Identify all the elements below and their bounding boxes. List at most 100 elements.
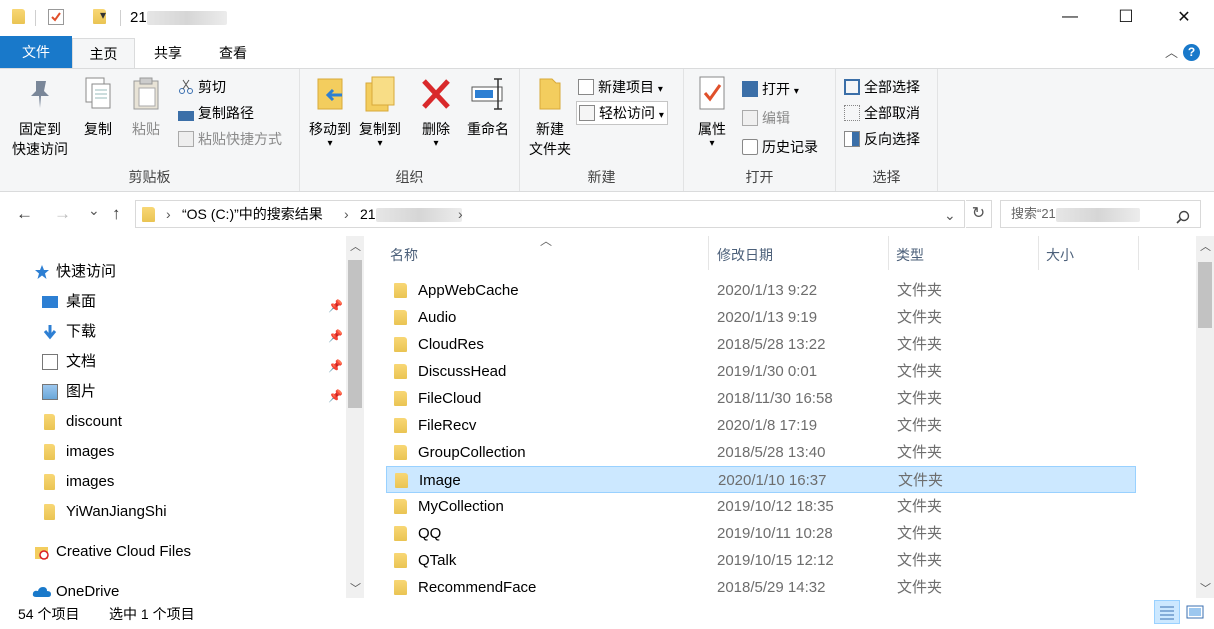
navigation-pane: 快速访问 桌面 📌 下载 📌 文档 📌 图片 📌 discount images… <box>0 236 364 600</box>
file-date: 2018/5/28 13:22 <box>717 336 826 353</box>
nav-scroll-thumb[interactable] <box>348 260 362 408</box>
star-icon <box>34 264 50 280</box>
column-header-size[interactable]: 大小 <box>1046 245 1074 265</box>
search-icon[interactable] <box>1176 207 1190 233</box>
file-type: 文件夹 <box>897 336 943 353</box>
new-group-label: 新建 <box>587 169 616 185</box>
file-row[interactable]: MyCollection 2019/10/12 18:35 文件夹 <box>386 493 1136 520</box>
file-row[interactable]: CloudRes 2018/5/28 13:22 文件夹 <box>386 331 1136 358</box>
up-button[interactable]: ↑ <box>112 204 121 224</box>
properties-dropdown: ▾ <box>709 138 715 149</box>
invert-selection-button[interactable]: 反向选择 <box>844 127 920 151</box>
breadcrumb-separator[interactable]: › <box>344 201 349 227</box>
redacted-text <box>1055 207 1140 222</box>
pin-icon: 📌 <box>328 359 343 373</box>
file-name: DiscussHead <box>418 363 507 380</box>
tab-share[interactable]: 共享 <box>143 38 193 68</box>
history-label: 历史记录 <box>762 139 818 155</box>
new-folder-button[interactable]: 新建 文件夹 <box>524 73 576 159</box>
folder-icon <box>394 337 407 352</box>
open-button[interactable]: 打开 ▾ <box>742 77 799 101</box>
forward-button[interactable]: → <box>54 204 71 224</box>
file-row[interactable]: QTalk 2019/10/15 12:12 文件夹 <box>386 547 1136 574</box>
nav-item-label: 文档 <box>66 353 97 370</box>
file-date: 2020/1/8 17:19 <box>717 417 818 434</box>
nav-scrollbar[interactable]: ︿ ﹀ <box>346 236 364 598</box>
address-bar[interactable]: › “OS (C:)”中的搜索结果 › 21 › ⌄ <box>135 200 965 228</box>
minimize-button[interactable]: — <box>1046 0 1094 34</box>
copy-to-button[interactable]: 复制到 ▾ <box>356 73 404 149</box>
recent-locations-button[interactable]: ⌄ <box>88 202 100 219</box>
column-header-name[interactable]: 名称 <box>390 245 418 265</box>
details-view-button[interactable] <box>1154 600 1180 624</box>
file-row[interactable]: GroupCollection 2018/5/28 13:40 文件夹 <box>386 439 1136 466</box>
file-date: 2019/10/11 10:28 <box>717 525 833 542</box>
file-row[interactable]: Audio 2020/1/13 9:19 文件夹 <box>386 304 1136 331</box>
scroll-down-icon[interactable]: ﹀ <box>1200 580 1211 596</box>
breadcrumb-search-results[interactable]: “OS (C:)”中的搜索结果 <box>182 201 323 227</box>
new-item-button[interactable]: 新建项目 ▾ <box>578 75 663 99</box>
select-all-button[interactable]: 全部选择 <box>844 75 920 99</box>
file-type: 文件夹 <box>897 282 943 299</box>
breadcrumb-query[interactable]: 21 <box>360 201 462 227</box>
easy-access-button[interactable]: 轻松访问 ▾ <box>576 101 668 125</box>
list-scroll-thumb[interactable] <box>1198 262 1212 328</box>
rename-button[interactable]: 重命名 <box>462 73 514 139</box>
properties-quick-icon[interactable] <box>48 9 64 25</box>
title-bar: ▾ 21 — ☐ ✕ <box>0 0 1214 36</box>
file-row[interactable]: RecommendFace 2018/5/29 14:32 文件夹 <box>386 574 1136 601</box>
close-button[interactable]: ✕ <box>1160 0 1208 34</box>
collapse-ribbon-button[interactable]: ︿ <box>1165 42 1178 61</box>
copy-path-button[interactable]: 复制路径 <box>178 101 254 125</box>
history-button[interactable]: 历史记录 <box>742 135 818 159</box>
breadcrumb-separator[interactable]: › <box>166 201 171 227</box>
file-row[interactable]: AppWebCache 2020/1/13 9:22 文件夹 <box>386 277 1136 304</box>
file-row[interactable]: QQ 2019/10/11 10:28 文件夹 <box>386 520 1136 547</box>
new-group: 新建 文件夹 新建项目 ▾ 轻松访问 ▾ 新建 <box>520 69 684 191</box>
file-row[interactable]: Image 2020/1/10 16:37 文件夹 <box>386 466 1136 493</box>
address-dropdown-button[interactable]: ⌄ <box>944 202 956 228</box>
pin-to-quick-access-button[interactable]: 固定到 快速访问 <box>6 73 74 159</box>
search-input[interactable]: 搜索“21 <box>1000 200 1201 228</box>
paste-button[interactable]: 粘贴 <box>126 73 166 139</box>
tab-file[interactable]: 文件 <box>0 36 72 68</box>
paste-shortcut-button[interactable]: 粘贴快捷方式 <box>178 127 282 151</box>
scissors-icon <box>178 78 194 94</box>
clipboard-group-label: 剪贴板 <box>128 169 171 185</box>
easy-access-dropdown: ▾ <box>658 110 664 121</box>
select-none-button[interactable]: 全部取消 <box>844 101 920 125</box>
item-count: 54 个项目 <box>18 606 80 622</box>
refresh-button[interactable]: ↻ <box>966 200 992 228</box>
file-row[interactable]: FileRecv 2020/1/8 17:19 文件夹 <box>386 412 1136 439</box>
tab-view[interactable]: 查看 <box>208 38 258 68</box>
breadcrumb-separator[interactable]: › <box>458 201 463 227</box>
scroll-up-icon[interactable]: ︿ <box>1200 238 1211 254</box>
properties-icon <box>694 75 730 113</box>
ribbon-tabs: 文件 主页 共享 查看 ︿ ? <box>0 36 1214 69</box>
maximize-button[interactable]: ☐ <box>1102 0 1150 34</box>
nav-item-label: 下载 <box>66 323 97 340</box>
column-header-date[interactable]: 修改日期 <box>717 245 773 265</box>
properties-button[interactable]: 属性 ▾ <box>690 73 734 149</box>
large-icons-view-button[interactable] <box>1184 602 1206 622</box>
scroll-down-icon[interactable]: ﹀ <box>350 580 361 596</box>
rename-icon <box>470 75 506 113</box>
file-row[interactable]: DiscussHead 2019/1/30 0:01 文件夹 <box>386 358 1136 385</box>
select-none-icon <box>844 105 860 121</box>
edit-button[interactable]: 编辑 <box>742 106 790 130</box>
move-to-button[interactable]: 移动到 ▾ <box>306 73 354 149</box>
back-button[interactable]: ← <box>16 204 33 224</box>
cut-button[interactable]: 剪切 <box>178 75 226 99</box>
scroll-up-icon[interactable]: ︿ <box>350 238 361 254</box>
easy-access-label: 轻松访问 <box>599 105 655 121</box>
list-scrollbar[interactable]: ︿ ﹀ <box>1196 236 1214 598</box>
delete-button[interactable]: 删除 ▾ <box>416 73 456 149</box>
tab-home[interactable]: 主页 <box>72 38 135 69</box>
file-row[interactable]: FileCloud 2018/11/30 16:58 文件夹 <box>386 385 1136 412</box>
file-date: 2020/1/13 9:22 <box>717 282 818 299</box>
file-name: FileCloud <box>418 390 482 407</box>
help-button[interactable]: ? <box>1183 44 1200 61</box>
copy-button[interactable]: 复制 <box>78 73 118 139</box>
customize-quick-access-button[interactable]: ▾ <box>100 8 106 26</box>
column-header-type[interactable]: 类型 <box>896 245 924 265</box>
